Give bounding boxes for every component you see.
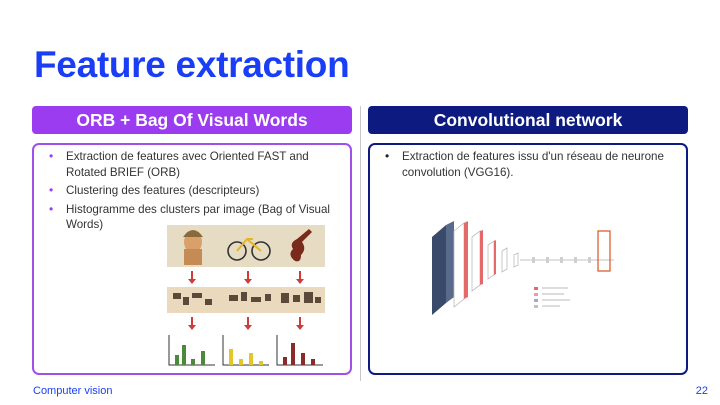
bullet-item: • Clustering des features (descripteurs): [48, 183, 340, 199]
conv-layers: [453, 221, 519, 308]
input-image-layer: [432, 221, 454, 315]
legend: [534, 287, 570, 308]
histogram-face: [168, 335, 215, 366]
bag-of-visual-words-diagram: [167, 225, 325, 366]
orb-bovw-panel: • Extraction de features avec Oriented FA…: [32, 143, 352, 375]
right-column-header: Convolutional network: [368, 106, 688, 134]
footer-course-name: Computer vision: [33, 385, 113, 397]
bullet-dot-icon: •: [49, 201, 54, 216]
bullet-text: Extraction de features issu d'un réseau …: [402, 150, 664, 179]
down-arrow-icons: [188, 271, 304, 284]
face-image-icon: [183, 230, 203, 265]
bullet-dot-icon: •: [49, 149, 54, 163]
cnn-panel: • Extraction de features issu d'un réseau…: [368, 143, 688, 375]
vgg16-architecture-diagram: [432, 221, 614, 315]
down-arrow-icons: [188, 317, 304, 330]
bullet-text: Clustering des features (descripteurs): [66, 184, 260, 197]
bullet-text: Extraction de features avec Oriented FAS…: [66, 150, 309, 179]
cnn-bullet-list: • Extraction de features issu d'un réseau…: [384, 149, 676, 183]
bullet-dot-icon: •: [385, 149, 390, 163]
left-column-header: ORB + Bag Of Visual Words: [32, 106, 352, 134]
slide-title: Feature extraction: [34, 44, 350, 85]
bullet-item: • Extraction de features avec Oriented FA…: [48, 149, 340, 180]
feature-layer-highlight: [597, 230, 611, 272]
bullet-item: • Extraction de features issu d'un réseau…: [384, 149, 676, 180]
histogram-violin: [276, 335, 323, 366]
column-divider: [360, 106, 361, 381]
orb-bullet-list: • Extraction de features avec Oriented FA…: [48, 149, 340, 236]
histogram-bicycle: [222, 335, 269, 366]
bullet-dot-icon: •: [49, 183, 54, 197]
page-number: 22: [695, 385, 708, 397]
